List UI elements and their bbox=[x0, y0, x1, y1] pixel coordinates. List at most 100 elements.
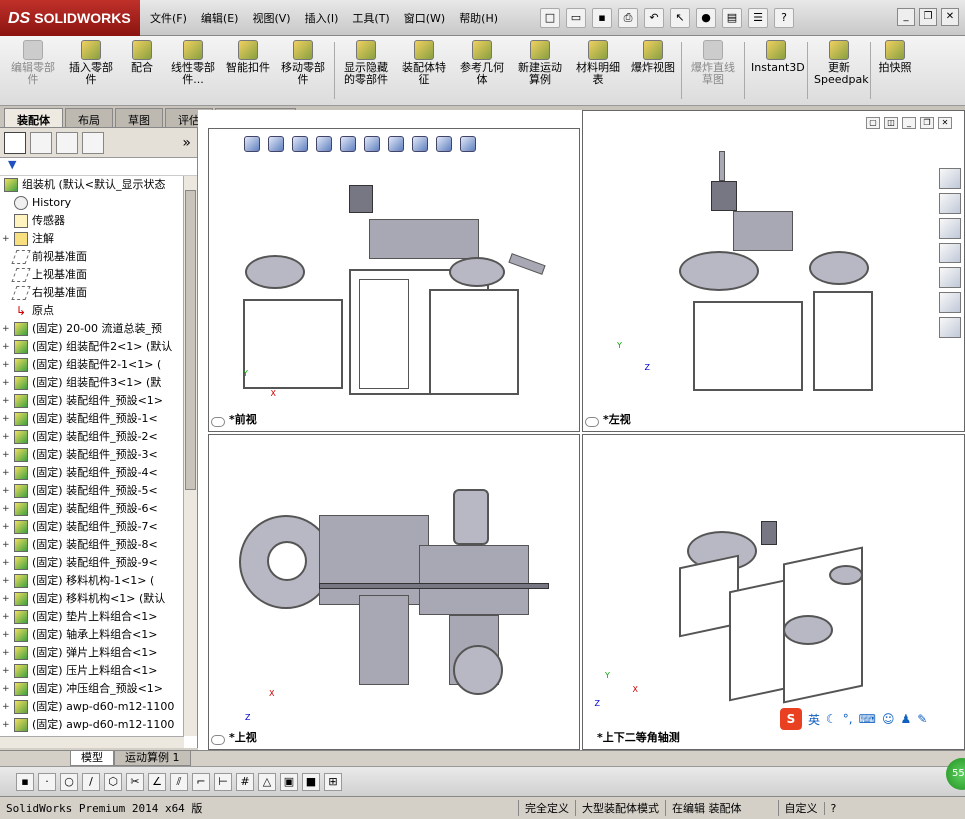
command-button-9[interactable]: 新建运动算例 bbox=[511, 38, 569, 103]
link-views-icon[interactable] bbox=[211, 417, 225, 427]
tree-item[interactable]: + (固定) 垫片上料组合<1> bbox=[0, 608, 184, 626]
command-button-2[interactable]: 配合 bbox=[120, 38, 164, 103]
rebuild-icon[interactable]: ● bbox=[696, 8, 716, 28]
viewport-minimize-icon[interactable]: _ bbox=[902, 117, 916, 129]
property-manager-tab-icon[interactable] bbox=[30, 131, 52, 154]
single-view-icon[interactable]: ▢ bbox=[866, 117, 880, 129]
model-tab-1[interactable]: 运动算例 1 bbox=[114, 751, 191, 766]
tree-item[interactable]: + (固定) 组装配件2<1> (默认 bbox=[0, 338, 184, 356]
tree-item[interactable]: + (固定) 压片上料组合<1> bbox=[0, 662, 184, 680]
open-folder-icon[interactable]: ▭ bbox=[566, 8, 586, 28]
tree-item[interactable]: + (固定) 移料机构-1<1> ( bbox=[0, 572, 184, 590]
ime-language[interactable]: 英 bbox=[808, 711, 820, 728]
point-icon[interactable]: · bbox=[38, 772, 56, 791]
feature-tree-tab-icon[interactable] bbox=[4, 131, 26, 154]
command-button-6[interactable]: 显示隐藏的零部件 bbox=[337, 38, 395, 103]
grid-icon[interactable]: # bbox=[236, 772, 254, 791]
expand-icon[interactable]: + bbox=[2, 338, 12, 356]
offset-icon[interactable]: ⌐ bbox=[192, 772, 210, 791]
display-style-icon[interactable] bbox=[364, 136, 380, 152]
status-units[interactable]: 自定义 bbox=[777, 800, 824, 816]
filter-icon[interactable]: ▼ bbox=[8, 158, 16, 171]
angle-icon[interactable]: ∠ bbox=[148, 772, 166, 791]
display-manager-tab-icon[interactable] bbox=[82, 131, 104, 154]
model-tab-0[interactable]: 模型 bbox=[70, 751, 114, 766]
ime-skin-icon[interactable]: ♟ bbox=[900, 712, 911, 726]
command-button-0[interactable]: 编辑零部件 bbox=[4, 38, 62, 103]
save-icon-2[interactable]: ▪ bbox=[16, 772, 34, 791]
menu-item-1[interactable]: 编辑(E) bbox=[201, 10, 239, 26]
file-explorer-icon[interactable] bbox=[939, 242, 961, 264]
tree-item[interactable]: + (固定) 弹片上料组合<1> bbox=[0, 644, 184, 662]
command-button-7[interactable]: 装配体特征 bbox=[395, 38, 453, 103]
restore-icon[interactable]: ❐ bbox=[919, 8, 937, 26]
ime-moon-icon[interactable]: ☾ bbox=[826, 712, 837, 726]
save-icon[interactable]: ▪ bbox=[592, 8, 612, 28]
tree-item[interactable]: 右视基准面 bbox=[0, 284, 184, 302]
status-help[interactable]: ? bbox=[823, 801, 843, 815]
expand-icon[interactable]: + bbox=[2, 536, 12, 554]
new-doc-icon[interactable]: □ bbox=[540, 8, 560, 28]
tree-item[interactable]: + (固定) 冲压组合_预設<1> bbox=[0, 680, 184, 698]
cmd-tab-2[interactable]: 草图 bbox=[115, 108, 163, 127]
tree-horizontal-scrollbar[interactable] bbox=[0, 736, 184, 748]
minimize-icon[interactable]: _ bbox=[897, 8, 915, 26]
viewport-isometric[interactable]: Y X Z *上下二等角轴测 bbox=[582, 434, 965, 750]
viewport-restore-icon[interactable]: ❐ bbox=[920, 117, 934, 129]
tree-item[interactable]: + (固定) 装配组件_预設-9< bbox=[0, 554, 184, 572]
edit-appearance-icon[interactable] bbox=[412, 136, 428, 152]
undo-icon[interactable]: ↶ bbox=[644, 8, 664, 28]
dimension-icon[interactable]: ⊢ bbox=[214, 772, 232, 791]
tree-item[interactable]: 上视基准面 bbox=[0, 266, 184, 284]
sogou-ime-icon[interactable]: S bbox=[780, 708, 802, 730]
tree-item[interactable]: + (固定) 20-00 流道总装_预 bbox=[0, 320, 184, 338]
expand-icon[interactable]: + bbox=[2, 554, 12, 572]
tree-item[interactable]: + 注解 bbox=[0, 230, 184, 248]
tree-item[interactable]: + (固定) 装配组件_预設-4< bbox=[0, 464, 184, 482]
tree-item[interactable]: + (固定) 装配组件_预設-5< bbox=[0, 482, 184, 500]
expand-icon[interactable]: + bbox=[2, 680, 12, 698]
ime-punctuation-icon[interactable]: °, bbox=[843, 712, 853, 726]
tree-item[interactable]: History bbox=[0, 194, 184, 212]
expand-icon[interactable]: + bbox=[2, 482, 12, 500]
tree-scrollbar[interactable] bbox=[183, 176, 197, 736]
expand-icon[interactable]: + bbox=[2, 392, 12, 410]
ime-user-icon[interactable]: ☺ bbox=[882, 712, 895, 726]
expand-icon[interactable]: + bbox=[2, 464, 12, 482]
solidworks-resources-icon[interactable] bbox=[939, 168, 961, 189]
expand-panel-icon[interactable]: » bbox=[182, 135, 191, 151]
command-button-4[interactable]: 智能扣件 bbox=[222, 38, 274, 103]
menu-item-5[interactable]: 窗口(W) bbox=[404, 10, 445, 26]
command-button-15[interactable]: 拍快照 bbox=[873, 38, 917, 103]
viewport-top[interactable]: X Z *上视 bbox=[208, 434, 580, 750]
appearances-icon[interactable] bbox=[939, 292, 961, 314]
previous-view-icon[interactable] bbox=[292, 136, 308, 152]
expand-icon[interactable]: + bbox=[2, 590, 12, 608]
menu-item-3[interactable]: 插入(I) bbox=[305, 10, 339, 26]
expand-icon[interactable]: + bbox=[2, 320, 12, 338]
polygon-icon[interactable]: ⬡ bbox=[104, 772, 122, 791]
tree-scroll-thumb[interactable] bbox=[185, 190, 196, 490]
tree-item[interactable]: 传感器 bbox=[0, 212, 184, 230]
expand-icon[interactable]: + bbox=[2, 356, 12, 374]
ime-keyboard-icon[interactable]: ⌨ bbox=[859, 712, 876, 726]
expand-icon[interactable]: + bbox=[2, 698, 12, 716]
tree-item[interactable]: ↳ 原点 bbox=[0, 302, 184, 320]
command-button-3[interactable]: 线性零部件... bbox=[164, 38, 222, 103]
help-icon[interactable]: ? bbox=[774, 8, 794, 28]
box-icon[interactable]: ▣ bbox=[280, 772, 298, 791]
viewport-close-icon[interactable]: ✕ bbox=[938, 117, 952, 129]
view-orientation-icon[interactable] bbox=[340, 136, 356, 152]
view-palette-icon[interactable] bbox=[939, 267, 961, 289]
tree-item[interactable]: + (固定) 组装配件3<1> (默 bbox=[0, 374, 184, 392]
link-views-icon-left[interactable] bbox=[585, 417, 599, 427]
section-view-icon[interactable] bbox=[316, 136, 332, 152]
link-views-icon-top[interactable] bbox=[211, 735, 225, 745]
graphics-area[interactable]: Y X *前视 ▢ ◫ _ ❐ ✕ Y Z *左视 X Z *上视 Y X Z … bbox=[198, 110, 965, 750]
expand-icon[interactable]: + bbox=[2, 374, 12, 392]
expand-icon[interactable]: + bbox=[2, 500, 12, 518]
command-button-14[interactable]: 更新Speedpak bbox=[810, 38, 869, 103]
tree-item[interactable]: + (固定) awp-d60-m12-1100 bbox=[0, 698, 184, 716]
tree-item[interactable]: + (固定) 装配组件_预設-2< bbox=[0, 428, 184, 446]
tree-root[interactable]: 组装机 (默认<默认_显示状态 bbox=[0, 176, 184, 194]
